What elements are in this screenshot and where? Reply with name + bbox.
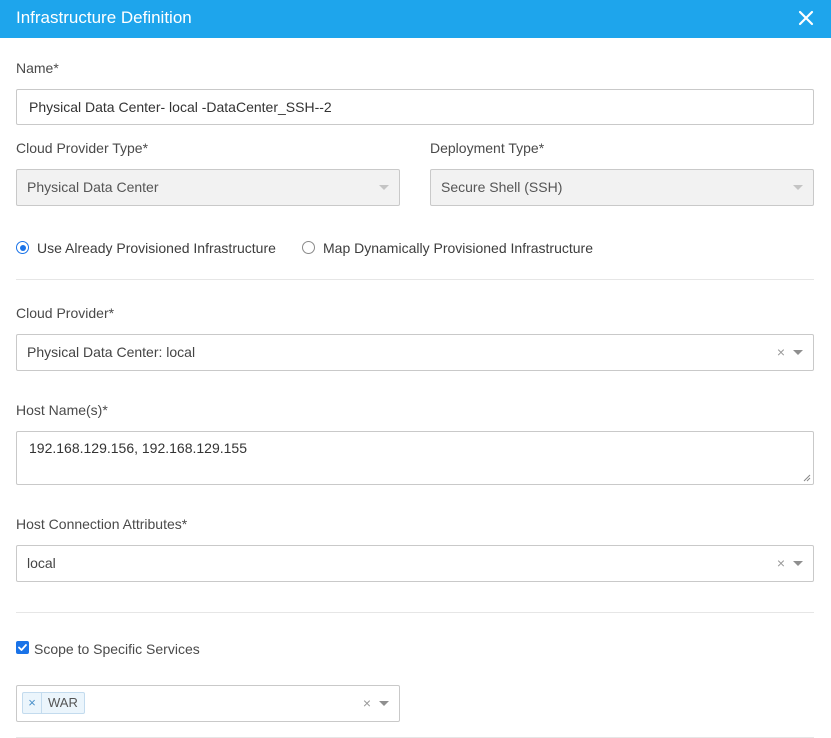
radio-map-dynamic-label: Map Dynamically Provisioned Infrastructu…: [323, 240, 593, 256]
chevron-down-icon[interactable]: [379, 701, 389, 706]
service-tag-label: WAR: [48, 695, 78, 710]
name-input[interactable]: Physical Data Center- local -DataCenter_…: [16, 89, 814, 125]
cloud-provider-type-value: Physical Data Center: [27, 179, 159, 195]
deployment-type-select[interactable]: Secure Shell (SSH): [430, 169, 814, 206]
service-tag: × WAR: [22, 692, 85, 714]
host-connection-value: local: [27, 555, 56, 571]
chevron-down-icon[interactable]: [793, 561, 803, 566]
radio-use-provisioned-label: Use Already Provisioned Infrastructure: [37, 240, 276, 256]
clear-icon[interactable]: ×: [777, 335, 785, 370]
resize-handle-icon[interactable]: [803, 474, 811, 482]
scope-label: Scope to Specific Services: [34, 641, 200, 657]
deployment-type-label: Deployment Type*: [430, 140, 545, 156]
host-names-label: Host Name(s)*: [16, 402, 108, 418]
cloud-provider-value: Physical Data Center: local: [27, 344, 196, 360]
clear-icon[interactable]: ×: [363, 686, 371, 721]
chevron-down-icon[interactable]: [793, 350, 803, 355]
section-divider: [16, 279, 814, 280]
cloud-provider-type-label: Cloud Provider Type*: [16, 140, 149, 156]
chevron-down-icon: [379, 185, 389, 190]
radio-button[interactable]: [302, 241, 315, 254]
host-names-value: 192.168.129.156, 192.168.129.155: [29, 440, 247, 456]
scope-checkbox[interactable]: [16, 641, 29, 654]
chevron-down-icon: [793, 185, 803, 190]
cloud-provider-type-select[interactable]: Physical Data Center: [16, 169, 400, 206]
host-connection-select[interactable]: local ×: [16, 545, 814, 582]
cloud-provider-label: Cloud Provider*: [16, 305, 115, 321]
section-divider: [16, 612, 814, 613]
deployment-type-value: Secure Shell (SSH): [441, 179, 563, 195]
dialog-header: Infrastructure Definition: [0, 0, 831, 38]
close-icon[interactable]: [797, 9, 815, 27]
tag-remove-icon[interactable]: ×: [23, 693, 42, 713]
host-connection-label: Host Connection Attributes*: [16, 516, 188, 532]
cloud-provider-select[interactable]: Physical Data Center: local ×: [16, 334, 814, 371]
dialog-title: Infrastructure Definition: [16, 8, 192, 27]
host-names-textarea[interactable]: 192.168.129.156, 192.168.129.155: [16, 431, 814, 485]
radio-button-checked[interactable]: [16, 241, 29, 254]
clear-icon[interactable]: ×: [777, 546, 785, 581]
name-label: Name*: [16, 60, 59, 76]
checkmark-icon: [18, 644, 27, 651]
